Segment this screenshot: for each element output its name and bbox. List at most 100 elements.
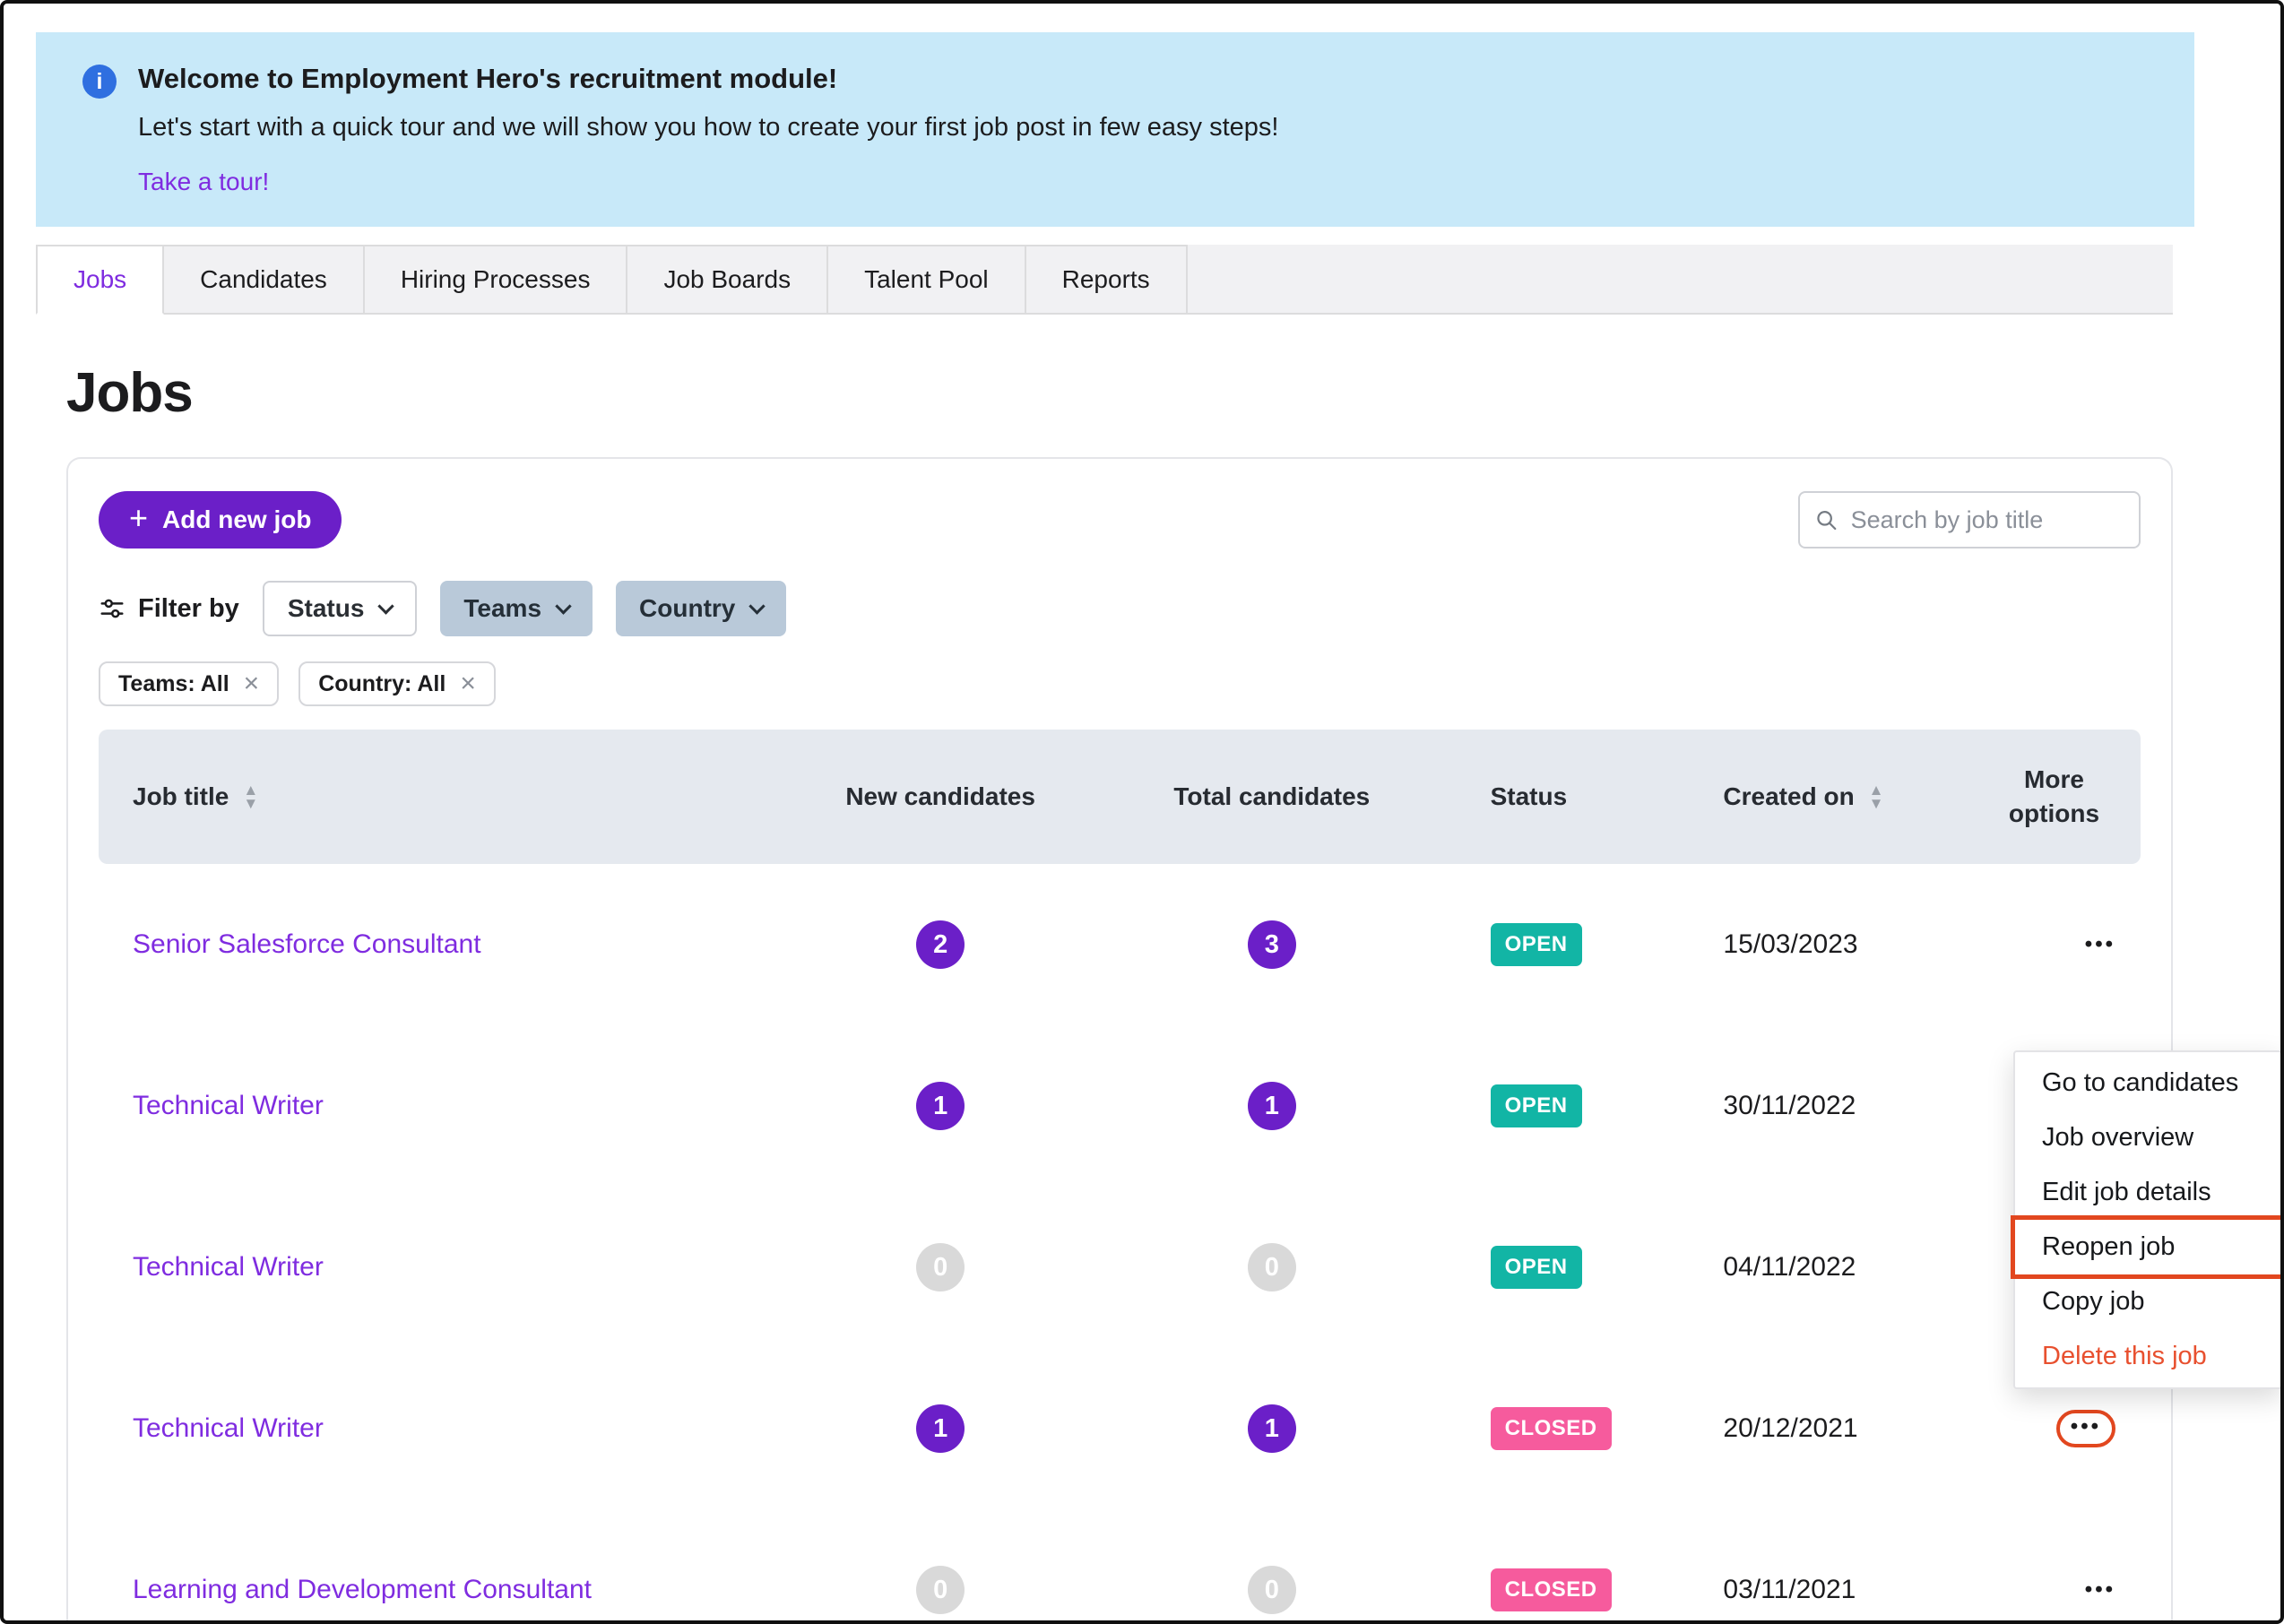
filter-dropdowns: Status Teams Country <box>263 581 787 636</box>
table-row: Technical Writer11CLOSED20/12/2021••• <box>99 1348 2141 1509</box>
dropdown-label: Country <box>639 594 735 623</box>
total-candidates-cell: 1 <box>1102 1404 1442 1453</box>
header-status: Status <box>1442 782 1666 811</box>
tab-talent-pool[interactable]: Talent Pool <box>828 245 1026 315</box>
dropdown-label: Status <box>288 594 365 623</box>
more-options-cell: ••• <box>1934 1410 2141 1447</box>
created-on-cell: 15/03/2023 <box>1665 929 1934 960</box>
tab-bar: JobsCandidatesHiring ProcessesJob Boards… <box>36 245 2173 315</box>
chip-label: Teams: All <box>118 671 229 697</box>
table-header: Job title ▲ ▼ New candidates Total candi… <box>99 730 2141 864</box>
menu-item-go-to-candidates[interactable]: Go to candidates <box>2015 1056 2280 1110</box>
header-created-on-label: Created on <box>1723 782 1854 811</box>
jobs-card: + Add new job Filter by Status Teams Count… <box>66 457 2173 1624</box>
welcome-banner: i Welcome to Employment Hero's recruitme… <box>36 32 2194 227</box>
menu-item-edit-job-details[interactable]: Edit job details <box>2015 1165 2280 1220</box>
chip-label: Country: All <box>318 671 446 697</box>
search-input[interactable] <box>1849 505 2124 535</box>
candidate-count-badge: 0 <box>1248 1243 1296 1291</box>
chip-remove-icon[interactable]: × <box>460 670 476 697</box>
header-job-title[interactable]: Job title ▲ ▼ <box>99 782 779 811</box>
more-options-icon[interactable]: ••• <box>2071 1414 2101 1439</box>
candidate-count-badge: 1 <box>1248 1082 1296 1130</box>
header-new-candidates-label: New candidates <box>845 782 1035 811</box>
job-title-link[interactable]: Technical Writer <box>133 1252 324 1283</box>
take-a-tour-link[interactable]: Take a tour! <box>138 168 269 196</box>
banner-subtitle: Let's start with a quick tour and we wil… <box>138 113 1278 143</box>
more-options-icon[interactable]: ••• <box>2085 932 2115 957</box>
chip-remove-icon[interactable]: × <box>244 670 260 697</box>
more-options-cell: ••• <box>1934 932 2141 957</box>
table-row: Technical Writer11OPEN30/11/2022••• <box>99 1025 2141 1187</box>
country-dropdown[interactable]: Country <box>616 581 786 636</box>
job-title-cell: Technical Writer <box>99 1413 779 1444</box>
filter-by-label: Filter by <box>99 594 239 624</box>
created-on-value: 04/11/2022 <box>1723 1252 1856 1283</box>
job-title-link[interactable]: Technical Writer <box>133 1413 324 1444</box>
menu-item-reopen-job[interactable]: Reopen job <box>2015 1220 2280 1274</box>
total-candidates-cell: 1 <box>1102 1082 1442 1130</box>
candidate-count-badge: 1 <box>916 1082 965 1130</box>
more-options-cell: ••• <box>1934 1577 2141 1602</box>
created-on-cell: 20/12/2021 <box>1665 1413 1934 1444</box>
status-badge: OPEN <box>1491 1084 1582 1127</box>
highlight-ring: ••• <box>2056 1410 2115 1447</box>
dropdown-label: Teams <box>463 594 541 623</box>
search-icon <box>1814 506 1838 533</box>
job-title-cell: Learning and Development Consultant <box>99 1575 779 1605</box>
add-new-job-button[interactable]: + Add new job <box>99 491 342 549</box>
search-box <box>1798 491 2141 549</box>
banner-content: Welcome to Employment Hero's recruitment… <box>138 63 1278 196</box>
teams-dropdown[interactable]: Teams <box>440 581 593 636</box>
plus-icon: + <box>129 502 148 534</box>
page: i Welcome to Employment Hero's recruitme… <box>0 0 2284 1624</box>
sort-icon[interactable]: ▲ ▼ <box>1869 783 1884 810</box>
chevron-down-icon <box>378 598 394 614</box>
job-title-link[interactable]: Learning and Development Consultant <box>133 1575 592 1605</box>
toolbar: + Add new job <box>99 491 2141 549</box>
sort-down-icon: ▼ <box>243 797 258 810</box>
tab-candidates[interactable]: Candidates <box>164 245 365 315</box>
table-row: Technical Writer00OPEN04/11/2022••• <box>99 1187 2141 1348</box>
job-title-link[interactable]: Technical Writer <box>133 1091 324 1121</box>
tab-reports[interactable]: Reports <box>1026 245 1188 315</box>
sort-down-icon: ▼ <box>1869 797 1884 810</box>
total-candidates-cell: 0 <box>1102 1243 1442 1291</box>
status-cell: CLOSED <box>1442 1407 1666 1450</box>
new-candidates-cell: 1 <box>779 1082 1102 1130</box>
tab-job-boards[interactable]: Job Boards <box>627 245 828 315</box>
header-new-candidates: New candidates <box>779 782 1102 811</box>
add-new-job-label: Add new job <box>162 505 311 534</box>
menu-item-delete-this-job[interactable]: Delete this job <box>2015 1329 2280 1384</box>
filter-icon <box>99 595 125 622</box>
created-on-cell: 04/11/2022 <box>1665 1252 1934 1283</box>
tab-hiring-processes[interactable]: Hiring Processes <box>365 245 628 315</box>
more-options-icon[interactable]: ••• <box>2085 1577 2115 1602</box>
filter-by-text: Filter by <box>138 594 239 624</box>
status-dropdown[interactable]: Status <box>263 581 418 636</box>
header-created-on[interactable]: Created on ▲ ▼ <box>1665 782 1934 811</box>
header-more-line1: More <box>2009 763 2099 797</box>
menu-item-copy-job[interactable]: Copy job <box>2015 1274 2280 1329</box>
sort-icon[interactable]: ▲ ▼ <box>243 783 258 810</box>
new-candidates-cell: 0 <box>779 1243 1102 1291</box>
job-title-link[interactable]: Senior Salesforce Consultant <box>133 929 481 960</box>
menu-item-job-overview[interactable]: Job overview <box>2015 1110 2280 1165</box>
created-on-value: 15/03/2023 <box>1723 929 1857 960</box>
header-more-options-label: More options <box>2009 763 2099 831</box>
table-row: Learning and Development Consultant00CLO… <box>99 1509 2141 1624</box>
filter-chip-teams-all: Teams: All × <box>99 661 279 706</box>
new-candidates-cell: 0 <box>779 1566 1102 1614</box>
job-title-cell: Senior Salesforce Consultant <box>99 929 779 960</box>
page-title: Jobs <box>66 361 2280 425</box>
created-on-cell: 03/11/2021 <box>1665 1575 1934 1605</box>
header-total-candidates: Total candidates <box>1102 782 1442 811</box>
candidate-count-badge: 2 <box>916 920 965 969</box>
candidate-count-badge: 0 <box>916 1243 965 1291</box>
status-badge: CLOSED <box>1491 1407 1612 1450</box>
new-candidates-cell: 2 <box>779 920 1102 969</box>
filter-row: Filter by Status Teams Country <box>99 581 2141 636</box>
status-badge: OPEN <box>1491 1246 1582 1289</box>
tab-jobs[interactable]: Jobs <box>36 245 164 315</box>
status-cell: CLOSED <box>1442 1568 1666 1611</box>
